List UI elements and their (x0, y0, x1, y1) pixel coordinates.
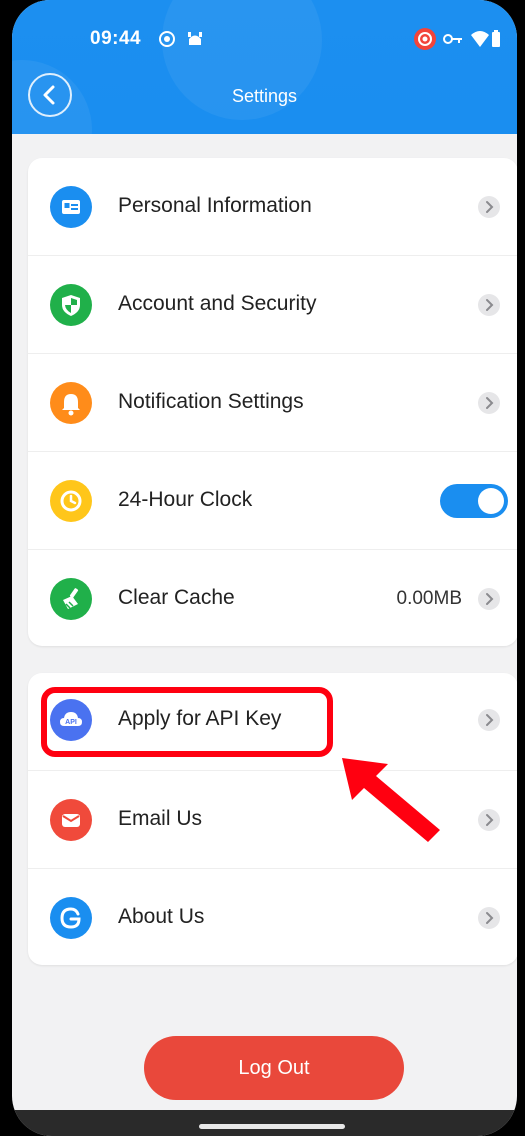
settings-card-general: Personal Information Account and Securit… (28, 158, 517, 646)
settings-item-24-hour-clock: 24-Hour Clock (28, 452, 517, 550)
settings-item-about-us[interactable]: About Us (28, 869, 517, 967)
page-title: Settings (231, 86, 298, 106)
settings-item-clear-cache[interactable]: Clear Cache 0.00MB (28, 550, 517, 648)
chevron-right-icon (478, 294, 500, 316)
screen: 09:44 Settings Personal Information Acco… (12, 0, 517, 1136)
chevron-right-icon (478, 907, 500, 929)
toggle-knob (478, 488, 504, 514)
settings-item-label: Account and Security (118, 292, 317, 315)
chevron-right-icon (478, 392, 500, 414)
key-icon (443, 34, 462, 44)
broom-icon (50, 578, 92, 620)
chevron-right-icon (478, 809, 500, 831)
status-time: 09:44 (90, 28, 142, 49)
logout-button[interactable]: Log Out (144, 1036, 404, 1100)
settings-item-notification-settings[interactable]: Notification Settings (28, 354, 517, 452)
settings-item-label: Notification Settings (118, 390, 304, 413)
chevron-right-icon (478, 196, 500, 218)
pointer-arrow-icon (342, 758, 440, 842)
settings-item-personal-information[interactable]: Personal Information (28, 158, 517, 256)
chevron-right-icon (478, 588, 500, 610)
wifi-icon (471, 31, 489, 47)
status-bar: 09:44 (12, 26, 517, 56)
cache-size-value: 0.00MB (396, 588, 462, 609)
24-hour-clock-toggle[interactable] (440, 484, 508, 518)
settings-item-label: Clear Cache (118, 586, 235, 609)
settings-item-label: Email Us (118, 807, 203, 830)
navigation-bar (12, 1110, 517, 1136)
logo-icon (50, 897, 92, 939)
settings-item-account-security[interactable]: Account and Security (28, 256, 517, 354)
android-icon (188, 32, 202, 45)
settings-item-label: 24-Hour Clock (118, 488, 253, 511)
header: 09:44 Settings (12, 0, 517, 200)
mail-icon (50, 799, 92, 841)
chevron-right-icon (478, 709, 500, 731)
settings-item-label: Personal Information (118, 194, 312, 217)
device-frame: 09:44 Settings Personal Information Acco… (0, 0, 525, 1136)
battery-icon (492, 30, 500, 47)
recording-badge-icon (414, 28, 436, 50)
shield-icon (50, 284, 92, 326)
record-icon (159, 31, 175, 47)
settings-item-label: About Us (118, 905, 205, 928)
highlight-box (41, 687, 333, 757)
id-card-icon (50, 186, 92, 228)
clock-icon (50, 480, 92, 522)
bell-icon (50, 382, 92, 424)
home-indicator[interactable] (199, 1124, 345, 1129)
